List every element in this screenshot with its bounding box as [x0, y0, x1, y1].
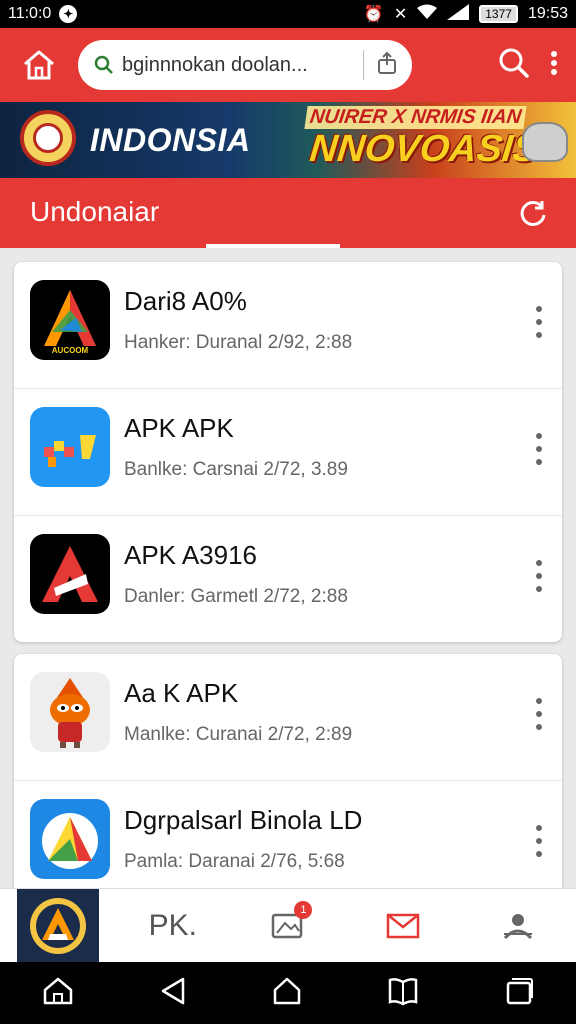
more-vert-icon [551, 50, 557, 75]
wifi-icon [417, 4, 438, 25]
system-nav-bar [0, 962, 576, 1024]
app-meta: Danler: Garmetl 2/72, 2:88 [124, 586, 348, 607]
banner-headline: NNOVOASIS [307, 128, 541, 170]
back-icon [161, 977, 185, 1004]
status-time-right: 19:53 [527, 5, 568, 22]
nav-back-button[interactable] [159, 976, 187, 1011]
app-name: Dgrpalsarl Binola LD [124, 805, 363, 835]
banner-subtitle: NUIRER X NRMIS IIAN [304, 106, 527, 129]
battery-icon: 1377 [479, 5, 518, 23]
banner-title: INDONSIA [90, 122, 251, 158]
book-icon [388, 977, 418, 1005]
tab-mail[interactable] [346, 889, 461, 963]
overflow-menu-button[interactable] [550, 50, 558, 81]
nav-book-button[interactable] [387, 976, 419, 1011]
more-options-button[interactable] [532, 429, 546, 469]
tab-indicator [206, 244, 340, 248]
app-meta: Pamla: Daranai 2/76, 5:68 [124, 851, 345, 872]
section-header: Undonaiar [0, 178, 576, 248]
nfc-icon: ✕ [393, 6, 408, 23]
app-bar: bginnnokan doolan... [0, 28, 576, 102]
search-divider [363, 50, 364, 80]
app-icon [30, 534, 110, 614]
tab-pk-label: PK. [148, 908, 197, 942]
promo-banner[interactable]: INDONSIA NUIRER X NRMIS IIAN NNOVOASIS [0, 102, 576, 178]
home-icon [24, 50, 54, 80]
list-item[interactable]: AUCOOM Dari8 A0% Hanker: Duranal 2/92, 2… [14, 262, 562, 389]
nav-home-button[interactable] [42, 976, 74, 1011]
app-icon: AUCOOM [30, 280, 110, 360]
app-name: Aa K APK [124, 678, 239, 708]
status-time-left: 11:0:0 [8, 5, 52, 22]
signal-icon [447, 3, 470, 25]
more-options-button[interactable] [532, 821, 546, 861]
app-list-card: AUCOOM Dari8 A0% Hanker: Duranal 2/92, 2… [14, 262, 562, 642]
notification-icon: ✦ [59, 5, 78, 23]
tab-profile[interactable] [461, 889, 576, 963]
svg-text:AUCOOM: AUCOOM [52, 346, 89, 355]
nav-overview-button[interactable] [272, 976, 302, 1011]
notification-badge: 1 [294, 900, 313, 919]
mail-icon [386, 913, 420, 938]
status-bar: 11:0:0 ✦ ⏰ ✕ 1377 19:53 [0, 0, 576, 28]
house-outline-icon [273, 977, 301, 1004]
mascot-icon [522, 122, 568, 162]
app-name: APK APK [124, 413, 234, 443]
search-icon [94, 55, 113, 74]
bottom-tab-bar: PK. 1 [0, 888, 576, 963]
more-options-button[interactable] [532, 302, 546, 342]
more-options-button[interactable] [532, 694, 546, 734]
seal-logo-icon [20, 110, 76, 166]
more-options-button[interactable] [532, 556, 546, 596]
app-name: Dari8 A0% [124, 286, 247, 316]
share-button[interactable] [374, 50, 400, 81]
app-meta: Hanker: Duranal 2/92, 2:88 [124, 332, 353, 353]
alarm-icon: ⏰ [363, 6, 384, 23]
app-list-card: Aa K APK Manlke: Curanai 2/72, 2:89 Dgrp… [14, 654, 562, 908]
home-icon [44, 977, 73, 1004]
list-item[interactable]: Aa K APK Manlke: Curanai 2/72, 2:89 [14, 654, 562, 781]
recents-icon [506, 977, 533, 1004]
list-item[interactable]: APK A3916 Danler: Garmetl 2/72, 2:88 [14, 516, 562, 643]
app-icon [30, 407, 110, 487]
magnifier-icon [499, 48, 529, 78]
share-icon [378, 51, 396, 74]
app-icon [30, 672, 110, 752]
search-button[interactable] [498, 47, 530, 84]
search-text: bginnnokan doolan... [122, 53, 308, 76]
app-meta: Banlke: Carsnai 2/72, 3.89 [124, 459, 348, 480]
home-button[interactable] [0, 28, 78, 102]
nav-recents-button[interactable] [504, 976, 534, 1011]
app-icon [30, 799, 110, 879]
section-title: Undonaiar [30, 196, 160, 227]
search-input[interactable]: bginnnokan doolan... [78, 40, 412, 90]
refresh-icon [520, 200, 546, 226]
tab-home-app[interactable] [0, 888, 115, 963]
app-meta: Manlke: Curanai 2/72, 2:89 [124, 724, 353, 745]
tab-messages[interactable]: 1 [230, 889, 345, 963]
tab-pk[interactable]: PK. [115, 889, 230, 963]
person-icon [504, 913, 533, 939]
app-logo-icon [16, 888, 99, 963]
refresh-button[interactable] [516, 196, 550, 230]
list-item[interactable]: APK APK Banlke: Carsnai 2/72, 3.89 [14, 389, 562, 516]
app-name: APK A3916 [124, 540, 257, 570]
